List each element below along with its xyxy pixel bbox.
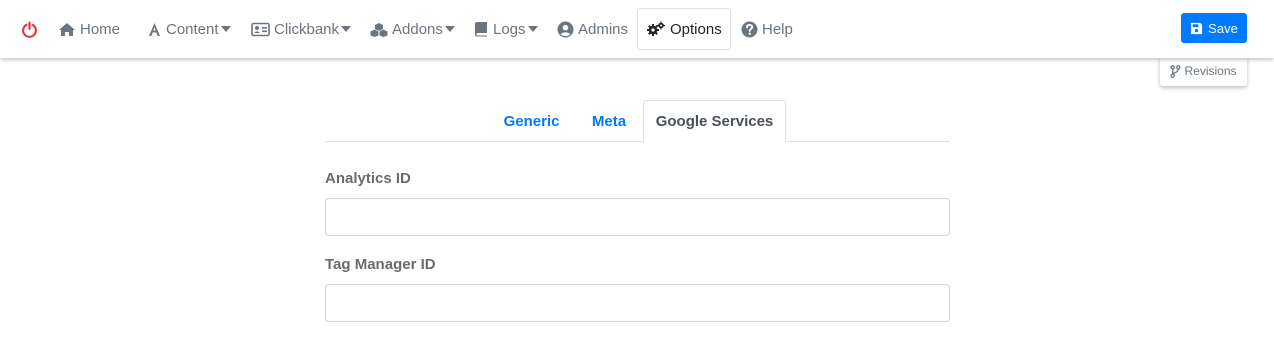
nav-home[interactable]: Home: [58, 8, 120, 50]
caret-down-icon: [220, 25, 231, 33]
user-circle-icon: [557, 21, 574, 38]
revisions-button-label: Revisions: [1184, 64, 1237, 78]
caret-down-icon: [444, 25, 455, 33]
save-button[interactable]: Save: [1181, 13, 1247, 43]
save-button-label: Save: [1208, 20, 1238, 36]
top-navbar: Home Content Clickbank Addons Logs Admin…: [0, 0, 1274, 58]
analytics-id-input[interactable]: [325, 198, 950, 236]
nav-options[interactable]: Options: [637, 8, 731, 50]
power-button[interactable]: [21, 8, 42, 50]
nav-help-label: Help: [762, 20, 793, 38]
code-branch-icon: [1170, 64, 1181, 78]
options-tabs: Generic Meta Google Services: [325, 100, 950, 142]
nav-content-label: Content: [166, 20, 219, 38]
power-off-icon: [21, 21, 38, 38]
nav-admins[interactable]: Admins: [557, 8, 628, 50]
tag-manager-id-label: Tag Manager ID: [325, 256, 436, 273]
nav-addons-label: Addons: [392, 20, 443, 38]
tab-google-services[interactable]: Google Services: [643, 100, 786, 142]
nav-admins-label: Admins: [578, 20, 629, 38]
nav-home-label: Home: [80, 20, 121, 38]
nav-help[interactable]: Help: [741, 8, 793, 50]
analytics-id-label: Analytics ID: [325, 170, 411, 187]
caret-down-icon: [527, 25, 538, 33]
save-icon: [1190, 22, 1203, 35]
cubes-icon: [370, 22, 388, 37]
caret-down-icon: [341, 25, 352, 33]
nav-content[interactable]: Content: [147, 8, 231, 50]
nav-logs[interactable]: Logs: [474, 8, 538, 50]
tab-generic[interactable]: Generic: [497, 100, 566, 142]
nav-clickbank[interactable]: Clickbank: [251, 8, 352, 50]
question-circle-icon: [741, 21, 758, 38]
nav-addons[interactable]: Addons: [370, 8, 455, 50]
book-icon: [474, 21, 489, 37]
nav-options-label: Options: [670, 20, 722, 38]
revisions-button[interactable]: Revisions: [1160, 56, 1247, 86]
font-icon: [147, 22, 162, 37]
home-icon: [58, 22, 76, 37]
cogs-icon: [646, 21, 666, 37]
nav-logs-label: Logs: [493, 20, 526, 38]
nav-clickbank-label: Clickbank: [274, 20, 340, 38]
tab-meta[interactable]: Meta: [581, 100, 637, 142]
tag-manager-id-input[interactable]: [325, 284, 950, 322]
id-card-icon: [251, 22, 270, 37]
